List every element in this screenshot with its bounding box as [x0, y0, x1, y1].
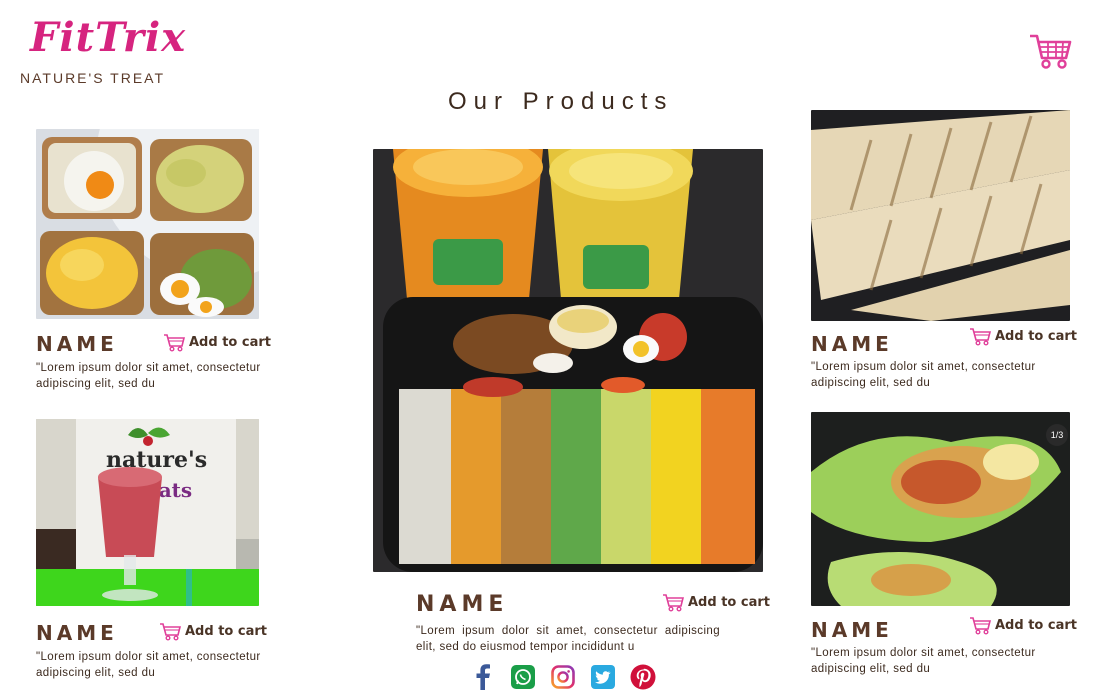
shopping-cart-icon — [663, 594, 684, 612]
shopping-cart-icon — [160, 623, 181, 641]
product-image-grilled-wraps[interactable] — [811, 110, 1070, 321]
shopping-cart-icon — [970, 617, 991, 635]
add-to-cart-label: Add to cart — [995, 328, 1077, 344]
product-description: "Lorem ipsum dolor sit amet, consectetur… — [36, 362, 261, 390]
product-description: "Lorem ipsum dolor sit amet, consectetur… — [811, 361, 1036, 389]
brand-tagline: NATURE'S TREAT — [20, 70, 166, 86]
product-description: "Lorem ipsum dolor sit amet, consectetur… — [36, 651, 261, 679]
whatsapp-icon[interactable] — [510, 664, 536, 690]
social-links — [470, 664, 656, 690]
product-image-lettuce-wraps[interactable]: 1/3 — [811, 412, 1070, 606]
add-to-cart-button[interactable]: Add to cart — [163, 332, 271, 352]
product-image-smoothie[interactable]: nature's eats — [36, 419, 259, 606]
pinterest-icon[interactable] — [630, 664, 656, 690]
product-image-toast[interactable] — [36, 129, 259, 319]
brand-logo[interactable]: FitTrix NATURE'S TREAT — [20, 10, 187, 86]
add-to-cart-label: Add to cart — [995, 617, 1077, 633]
product-name: NAME — [811, 332, 893, 356]
shopping-cart-icon — [164, 334, 185, 352]
add-to-cart-button[interactable]: Add to cart — [969, 326, 1077, 346]
product-image-juice-salad[interactable] — [373, 149, 763, 572]
add-to-cart-label: Add to cart — [185, 623, 267, 639]
brand-name: FitTrix — [30, 14, 187, 61]
twitter-icon[interactable] — [590, 664, 616, 690]
shopping-cart-icon — [970, 328, 991, 346]
add-to-cart-button[interactable]: Add to cart — [969, 615, 1077, 635]
product-name: NAME — [811, 618, 893, 642]
add-to-cart-label: Add to cart — [688, 594, 770, 610]
product-name: NAME — [36, 621, 118, 645]
section-title: Our Products — [448, 88, 674, 115]
add-to-cart-button[interactable]: Add to cart — [159, 621, 267, 641]
product-description: "Lorem ipsum dolor sit amet, consectetur… — [811, 647, 1036, 675]
instagram-icon[interactable] — [550, 664, 576, 690]
image-counter-badge: 1/3 — [1046, 424, 1068, 446]
product-name: NAME — [416, 592, 509, 617]
add-to-cart-button[interactable]: Add to cart — [662, 592, 770, 612]
add-to-cart-label: Add to cart — [189, 334, 271, 350]
product-name: NAME — [36, 332, 118, 356]
product-description: "Lorem ipsum dolor sit amet, consectetur… — [416, 625, 720, 653]
facebook-icon[interactable] — [470, 664, 496, 690]
shopping-cart-icon[interactable] — [1028, 30, 1072, 70]
